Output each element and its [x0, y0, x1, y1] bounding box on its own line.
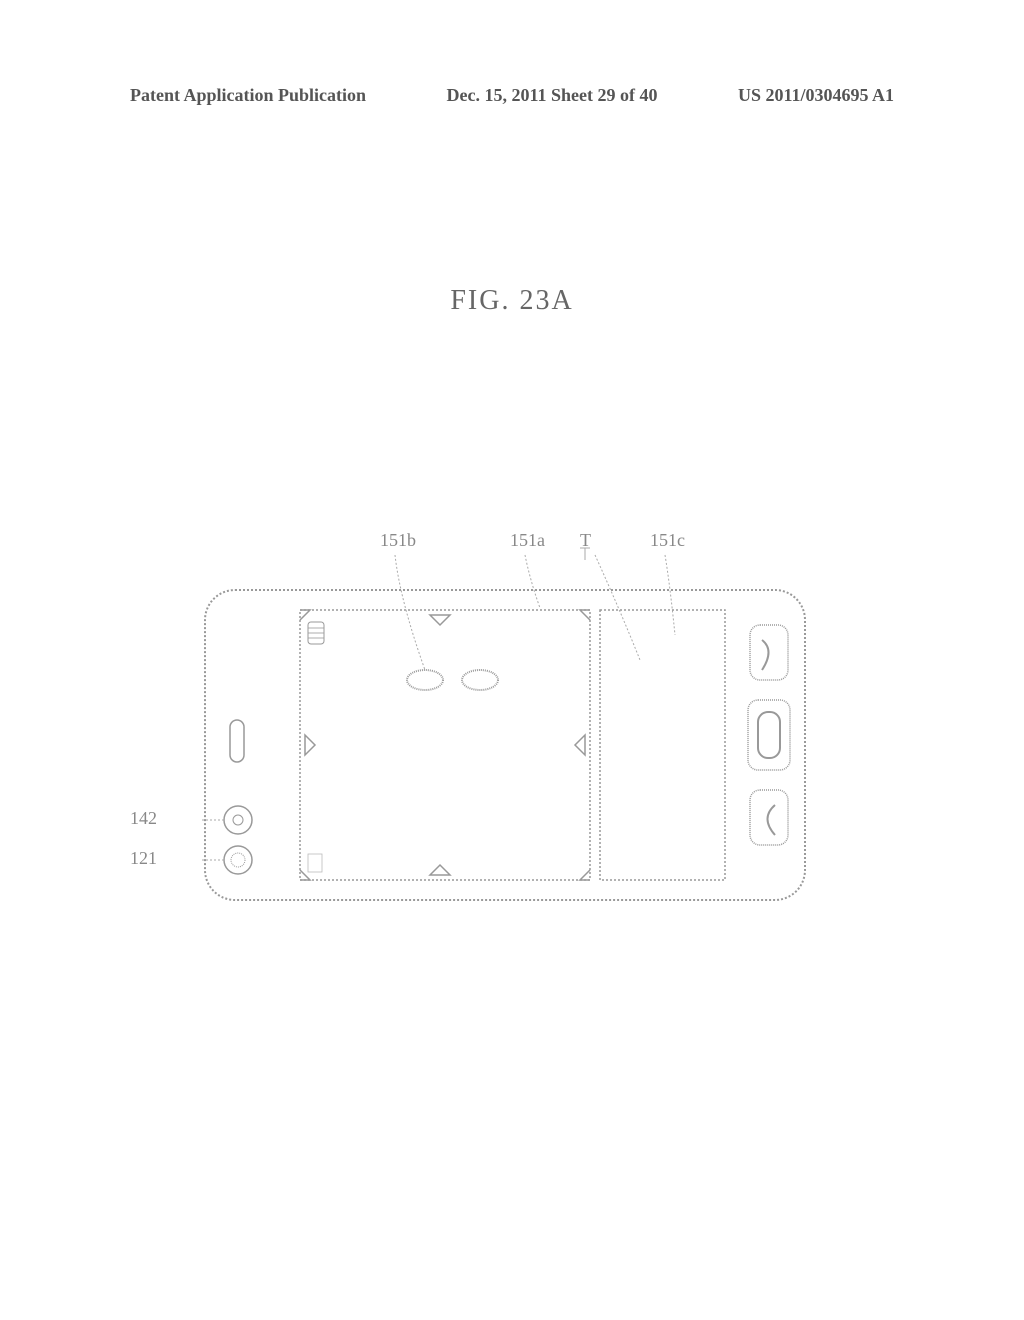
header-left: Patent Application Publication: [130, 85, 366, 106]
header-center: Dec. 15, 2011 Sheet 29 of 40: [447, 85, 658, 106]
figure-label: FIG. 23A: [0, 285, 1024, 317]
device-drawing: [200, 540, 840, 940]
header-right: US 2011/0304695 A1: [738, 85, 894, 106]
page-header: Patent Application Publication Dec. 15, …: [0, 85, 1024, 106]
ref-121: 121: [130, 848, 157, 869]
patent-figure: 151b 151a T 151c 142 121: [200, 540, 840, 940]
ref-142: 142: [130, 808, 157, 829]
